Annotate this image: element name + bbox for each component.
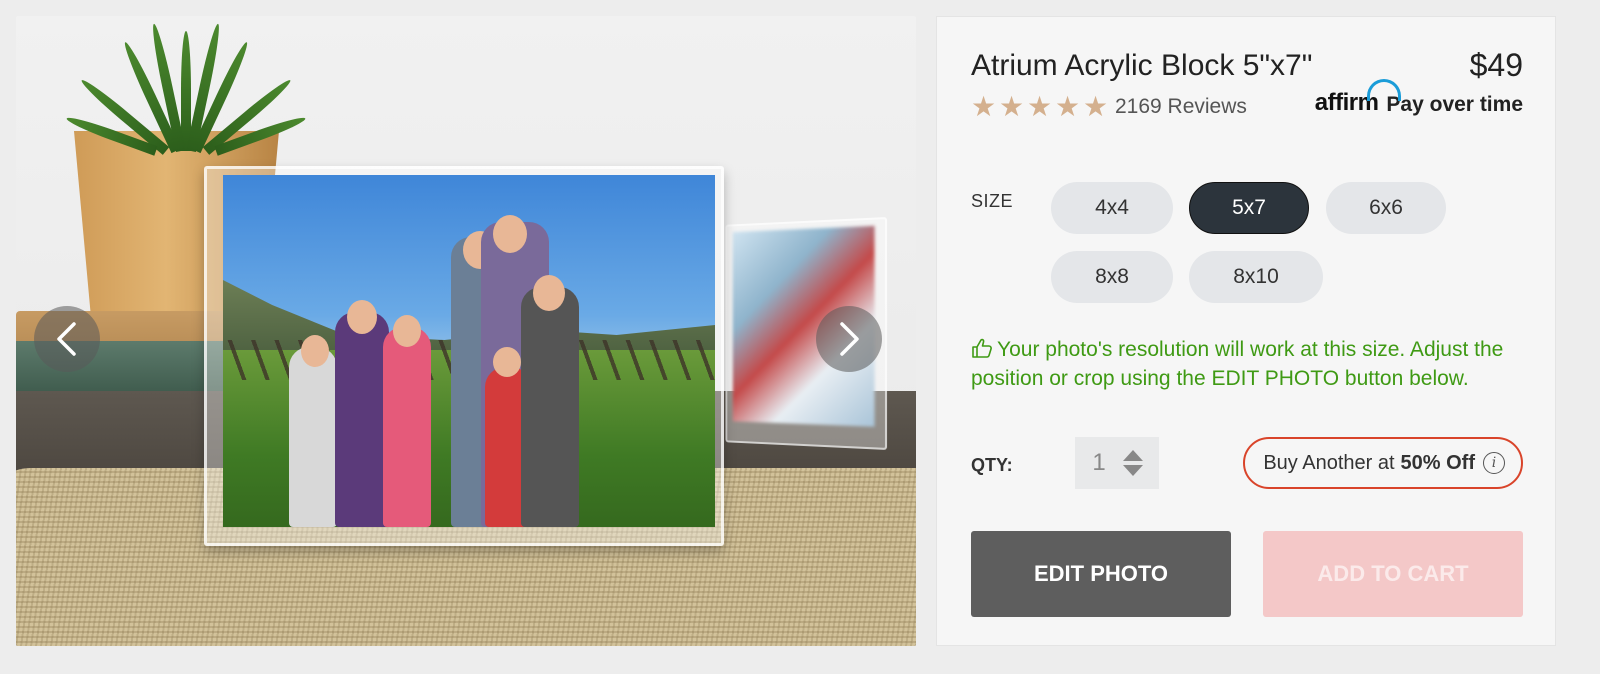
qty-arrows[interactable]: [1123, 450, 1143, 476]
reviews-link[interactable]: 2169 Reviews: [1115, 95, 1247, 119]
size-option-8x10[interactable]: 8x10: [1189, 251, 1323, 303]
resolution-message: Your photo's resolution will work at thi…: [971, 338, 1504, 390]
qty-input[interactable]: 1: [1075, 449, 1123, 477]
size-option-8x8[interactable]: 8x8: [1051, 251, 1173, 303]
plant-leaves: [56, 16, 316, 156]
family-photo: [223, 175, 715, 527]
product-options-panel: Atrium Acrylic Block 5"x7" $49 ★ ★ ★ ★ ★…: [936, 16, 1556, 646]
gallery-prev-button[interactable]: [34, 306, 100, 372]
size-option-4x4[interactable]: 4x4: [1051, 182, 1173, 234]
star-icon: ★: [1083, 91, 1109, 122]
buy-another-prefix: Buy Another at: [1263, 451, 1395, 474]
affirm-financing[interactable]: affirm Pay over time: [1315, 79, 1523, 117]
star-icon: ★: [1027, 91, 1053, 122]
star-icon: ★: [971, 91, 997, 122]
size-label: SIZE: [971, 191, 1014, 211]
product-image-gallery: [16, 16, 916, 646]
chevron-left-icon: [57, 322, 76, 356]
affirm-logo: affirm: [1315, 79, 1401, 117]
star-icon: ★: [999, 91, 1025, 122]
star-icon: ★: [1055, 91, 1081, 122]
acrylic-block-main: [204, 166, 724, 546]
increment-icon[interactable]: [1123, 450, 1143, 461]
buy-another-button[interactable]: Buy Another at 50% Off i: [1243, 437, 1523, 489]
add-to-cart-button[interactable]: ADD TO CART: [1263, 531, 1523, 617]
quantity-stepper[interactable]: 1: [1075, 437, 1159, 489]
size-option-6x6[interactable]: 6x6: [1326, 182, 1446, 234]
chevron-right-icon: [840, 322, 859, 356]
gallery-next-button[interactable]: [816, 306, 882, 372]
edit-photo-button[interactable]: EDIT PHOTO: [971, 531, 1231, 617]
buy-another-discount: 50% Off: [1400, 451, 1475, 474]
product-price: $49: [1469, 47, 1523, 83]
rating-row[interactable]: ★ ★ ★ ★ ★ 2169 Reviews: [971, 93, 1247, 121]
product-title: Atrium Acrylic Block 5"x7": [971, 49, 1313, 82]
size-option-5x7[interactable]: 5x7: [1189, 182, 1309, 234]
info-icon[interactable]: i: [1483, 452, 1505, 474]
pay-over-time-label: Pay over time: [1386, 93, 1523, 116]
qty-label: QTY:: [971, 455, 1013, 475]
decrement-icon[interactable]: [1123, 465, 1143, 476]
thumbs-up-icon: [972, 338, 992, 358]
